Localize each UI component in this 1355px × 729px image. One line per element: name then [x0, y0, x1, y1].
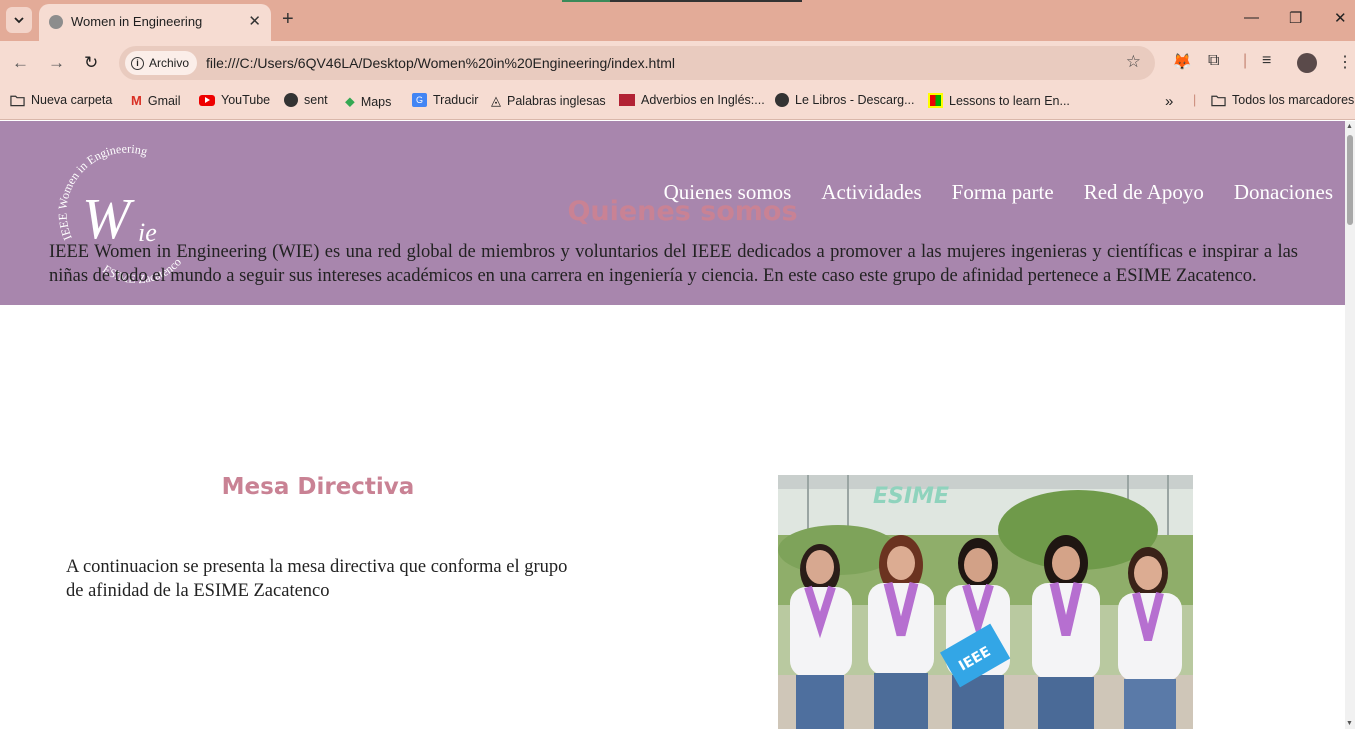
minimize-button[interactable]: —	[1244, 9, 1259, 26]
all-bookmarks-button[interactable]: Todos los marcadores	[1211, 93, 1354, 107]
maps-icon: ⬥	[345, 93, 355, 109]
bookmark-item[interactable]: Lessons to learn En...	[928, 93, 1070, 108]
bookmark-item[interactable]: Nueva carpeta	[10, 93, 112, 107]
scrollbar-thumb[interactable]	[1347, 135, 1353, 225]
bookmark-item[interactable]: M Gmail	[131, 93, 181, 108]
bookmark-label: Gmail	[147, 93, 181, 108]
bookmarks-bar: Nueva carpeta M Gmail YouTube sent ⬥ Map…	[0, 85, 1355, 120]
browser-tab[interactable]: Women in Engineering ✕	[39, 4, 271, 41]
metamask-icon[interactable]: 🦊	[1172, 52, 1192, 72]
globe-icon	[49, 15, 63, 29]
bookmark-icon: ◬	[491, 93, 501, 108]
top-indicator	[562, 0, 802, 2]
close-icon[interactable]: ✕	[248, 12, 261, 30]
folder-icon	[1211, 95, 1226, 106]
gmail-icon: M	[131, 93, 142, 108]
info-icon: i	[131, 56, 144, 70]
toolbar-divider: |	[1243, 52, 1248, 69]
globe-icon	[284, 93, 298, 107]
bookmark-item[interactable]: ⬥ Maps	[345, 93, 391, 110]
translate-icon: G	[412, 93, 427, 107]
quienes-somos-text: IEEE Women in Engineering (WIE) es una r…	[49, 242, 1298, 286]
bookmark-label: Traducir	[433, 93, 479, 107]
bookmark-label: Adverbios en Inglés:...	[641, 93, 765, 107]
bookmark-item[interactable]: Le Libros - Descarg...	[775, 93, 915, 107]
bookmark-label: Le Libros - Descarg...	[795, 93, 915, 107]
new-tab-button[interactable]: +	[282, 8, 294, 31]
bookmarks-divider: |	[1193, 93, 1197, 107]
mesa-directiva-text: A continuacion se presenta la mesa direc…	[66, 557, 568, 601]
bookmark-item[interactable]: YouTube	[199, 93, 270, 107]
all-bookmarks-label: Todos los marcadores	[1232, 93, 1355, 107]
bookmark-label: Maps	[360, 94, 392, 109]
scroll-up-icon[interactable]: ▲	[1346, 123, 1353, 130]
bookmark-item[interactable]: G Traducir	[412, 93, 478, 107]
folder-icon	[10, 95, 25, 106]
mesa-directiva-photo: ESIME IEEE	[778, 475, 1193, 729]
bookmark-label: YouTube	[221, 93, 271, 107]
globe-icon	[775, 93, 789, 107]
chevron-down-icon	[14, 17, 24, 24]
group-photo-image: ESIME IEEE	[778, 475, 1193, 729]
bookmark-label: Lessons to learn En...	[949, 93, 1070, 108]
address-bar[interactable]: i Archivo file:///C:/Users/6QV46LA/Deskt…	[119, 46, 1155, 80]
forward-button[interactable]: →	[48, 53, 65, 73]
site-info-chip[interactable]: i Archivo	[125, 51, 198, 75]
bookmark-label: sent	[304, 93, 328, 107]
site-info-label: Archivo	[149, 56, 190, 70]
restore-button[interactable]: ❐	[1289, 9, 1302, 27]
browser-toolbar: ← → ↻ i Archivo file:///C:/Users/6QV46LA…	[0, 41, 1355, 85]
page-scrollbar[interactable]: ▲ ▼	[1345, 121, 1355, 729]
flag-icon	[619, 94, 635, 106]
scroll-down-icon[interactable]: ▼	[1346, 720, 1353, 727]
bookmark-label: Nueva carpeta	[31, 93, 113, 107]
youtube-icon	[199, 94, 215, 106]
bookmark-item[interactable]: sent	[284, 93, 328, 107]
close-window-button[interactable]: ✕	[1334, 9, 1347, 27]
mesa-directiva-heading: Mesa Directiva	[221, 474, 415, 500]
media-control-icon[interactable]: ≡	[1262, 52, 1271, 70]
grid-icon	[928, 93, 943, 108]
tab-strip: Women in Engineering ✕ + — ❐ ✕	[0, 0, 1355, 41]
photo-sign-text: ESIME	[873, 484, 949, 509]
menu-icon[interactable]: ⋮	[1337, 52, 1353, 72]
reload-button[interactable]: ↻	[84, 53, 98, 73]
bookmark-item[interactable]: ◬ Palabras inglesas	[491, 93, 606, 109]
extensions-icon[interactable]: ⧉	[1208, 52, 1219, 70]
tab-title: Women in Engineering	[71, 14, 203, 29]
bookmark-item[interactable]: Adverbios en Inglés:...	[619, 93, 765, 107]
tab-search-button[interactable]	[6, 7, 32, 33]
more-bookmarks-button[interactable]: »	[1165, 93, 1173, 110]
url-text[interactable]: file:///C:/Users/6QV46LA/Desktop/Women%2…	[206, 55, 675, 71]
star-icon[interactable]: ☆	[1126, 52, 1141, 72]
section-heading-quienes-somos: Quienes somos	[567, 196, 798, 227]
bookmark-label: Palabras inglesas	[507, 94, 606, 108]
avatar[interactable]	[1297, 53, 1317, 73]
back-button[interactable]: ←	[12, 53, 29, 73]
